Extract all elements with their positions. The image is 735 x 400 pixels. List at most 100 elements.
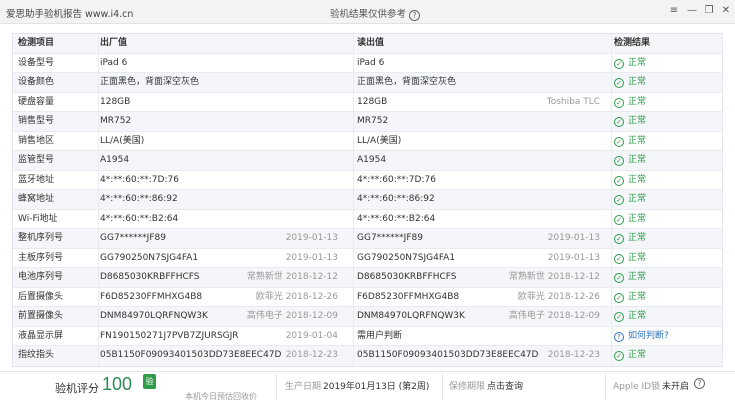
read-meta: 2019-01-13 <box>547 252 600 263</box>
read-meta: Toshiba TLC <box>546 96 600 107</box>
result-cell: ✓ 正常 <box>614 73 724 92</box>
factory-value: iPad 6 <box>100 57 128 68</box>
read-value: MR752 <box>357 116 389 126</box>
recycle-price-note: 本机今日预估回收价 <box>185 392 257 400</box>
item-name: 整机序列号 <box>18 233 64 243</box>
table-row: 蜂窝地址 4*:**:60:**:86:92 4*:**:60:**:86:92 ✓ 正… <box>13 190 722 210</box>
result-cell[interactable]: ? 如何判断? <box>614 327 724 346</box>
read-value: LL/A(美国) <box>357 135 402 146</box>
result-cell: ✓ 正常 <box>614 112 724 131</box>
check-circle-icon: ✓ <box>614 234 624 244</box>
result-cell: ✓ 正常 <box>614 132 724 151</box>
score-value: 100 <box>102 374 133 394</box>
read-meta: 常熟新世 2018-12-12 <box>508 272 600 282</box>
item-name: 销售地区 <box>18 135 55 146</box>
check-circle-icon: ✓ <box>614 97 624 108</box>
close-button[interactable]: ✕ <box>719 4 733 18</box>
table-row: Wi-Fi地址 4*:**:60:**:B2:64 4*:**:60:**:B2:6… <box>13 209 724 229</box>
header-factory: 出厂值 <box>100 38 128 48</box>
factory-meta: 2019-01-13 <box>285 252 338 263</box>
result-text: 正常 <box>628 291 647 302</box>
factory-value: LL/A(美国) <box>100 135 145 146</box>
minimize-button[interactable]: — <box>685 4 699 18</box>
table-row: 电池序列号 D8685030KRBFFHCFS 常熟新世 2018-12-12 D86… <box>13 268 722 288</box>
help-icon[interactable]: ? <box>409 10 421 21</box>
check-circle-icon: ✓ <box>614 195 624 205</box>
result-cell: ✓ 正常 <box>614 54 724 73</box>
help-icon[interactable]: ? <box>694 378 705 389</box>
factory-value: 4*:**:60:**:7D:76 <box>100 174 179 185</box>
check-circle-icon: ✓ <box>614 292 624 303</box>
result-text: 正常 <box>628 96 647 107</box>
item-name: 主板序列号 <box>18 252 64 263</box>
read-meta: 2018-12-23 <box>547 350 600 360</box>
result-text: 正常 <box>628 174 647 185</box>
item-name: Wi-Fi地址 <box>18 213 58 224</box>
inspection-table: 检测项目 出厂值 读出值 检测结果 设备型号 iPad 6 iPad 6 ✓ 正常 设备颜… <box>12 33 723 367</box>
result-cell: ✓ 正常 <box>614 288 724 307</box>
table-row: 监管型号 A1954 A1954 ✓ 正常 <box>13 151 722 171</box>
table-row: 液晶显示屏 FN190150271J7PVB7ZJURSGJR 2019-01-04… <box>13 326 724 346</box>
factory-meta: 高伟电子 2018-12-09 <box>246 311 338 321</box>
factory-meta: 2018-12-23 <box>285 350 338 360</box>
disclaimer-text: 验机结果仅供参考 <box>330 9 407 20</box>
factory-value: MR752 <box>100 116 132 126</box>
read-value: 4*:**:60:**:7D:76 <box>357 174 436 185</box>
check-circle-icon: ✓ <box>614 214 624 225</box>
result-cell: ✓ 正常 <box>614 268 724 287</box>
item-name: 电池序列号 <box>18 272 64 282</box>
check-circle-icon: ✓ <box>614 156 624 166</box>
read-value: 正面黑色，背面深空灰色 <box>357 77 457 87</box>
factory-value: 正面黑色，背面深空灰色 <box>100 77 200 87</box>
menu-icon[interactable]: ≡ <box>667 4 681 18</box>
result-text: 正常 <box>628 194 647 204</box>
table-row: 销售型号 MR752 MR752 ✓ 正常 <box>13 112 722 132</box>
report-disclaimer: 验机结果仅供参考? <box>330 6 421 21</box>
item-name: 后置摄像头 <box>18 291 64 302</box>
result-cell: ✓ 正常 <box>614 210 724 229</box>
result-cell: ✓ 正常 <box>614 171 724 190</box>
result-cell: ✓ 正常 <box>614 249 724 268</box>
factory-value: A1954 <box>100 155 130 165</box>
result-text: 正常 <box>628 57 647 68</box>
item-name: 液晶显示屏 <box>18 330 64 341</box>
production-date-label: 生产日期 <box>285 382 322 392</box>
app-title: 爱思助手验机报告 www.i4.cn <box>6 9 134 20</box>
factory-value: 4*:**:60:**:86:92 <box>100 194 178 204</box>
restore-button[interactable]: ❐ <box>702 4 716 18</box>
read-value: A1954 <box>357 155 387 165</box>
table-row: 整机序列号 GG7******JF89 2019-01-13 GG7******JF8… <box>13 229 722 249</box>
item-name: 指纹指头 <box>18 350 55 360</box>
question-circle-icon: ? <box>614 331 624 342</box>
check-circle-icon: ✓ <box>614 273 624 283</box>
result-cell: ✓ 正常 <box>614 93 724 112</box>
read-meta: 高伟电子 2018-12-09 <box>508 311 600 321</box>
result-text[interactable]: 如何判断? <box>628 331 669 341</box>
header-read: 读出值 <box>357 38 385 48</box>
result-text: 正常 <box>628 311 647 321</box>
result-text: 正常 <box>628 252 647 263</box>
read-meta: 欧菲光 2018-12-26 <box>517 291 600 302</box>
item-name: 设备颜色 <box>18 77 55 87</box>
result-text: 正常 <box>628 213 647 224</box>
result-text: 正常 <box>628 155 647 165</box>
item-name: 监管型号 <box>18 155 55 165</box>
read-value: 4*:**:60:**:B2:64 <box>357 213 436 224</box>
appleid-lock-label: Apple ID锁 <box>613 382 661 392</box>
warranty-query-link[interactable]: 点击查询 <box>487 379 523 392</box>
result-cell: ✓ 正常 <box>614 307 724 326</box>
check-circle-icon: ✓ <box>614 58 624 69</box>
table-row: 后置摄像头 F6D85230FFMHXG4B8 欧菲光 2018-12-26 F6D8… <box>13 287 724 307</box>
factory-value: 4*:**:60:**:B2:64 <box>100 213 179 224</box>
factory-value: 128GB <box>100 96 131 107</box>
table-row: 销售地区 LL/A(美国) LL/A(美国) ✓ 正常 <box>13 131 724 151</box>
report-footer: 验机评分 100 验 本机今日预估回收价 生产日期 2019年01月13日 (第… <box>0 371 735 400</box>
item-name: 前置摄像头 <box>18 311 64 321</box>
result-text: 正常 <box>628 272 647 282</box>
item-name: 蜂窝地址 <box>18 194 55 204</box>
table-row: 设备颜色 正面黑色，背面深空灰色 正面黑色，背面深空灰色 ✓ 正常 <box>13 73 722 93</box>
check-circle-icon: ✓ <box>614 78 624 88</box>
result-text: 正常 <box>628 77 647 87</box>
result-cell: ✓ 正常 <box>614 346 724 365</box>
header-result: 检测结果 <box>614 38 651 48</box>
